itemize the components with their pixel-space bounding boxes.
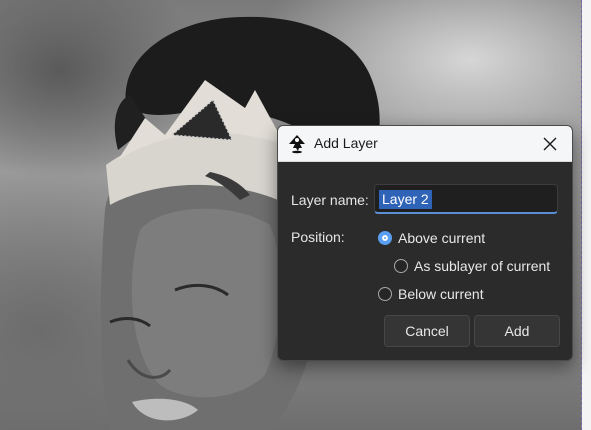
radio-sublayer-current[interactable]: As sublayer of current (394, 256, 550, 276)
position-label: Position: (291, 229, 345, 245)
cancel-button[interactable]: Cancel (384, 315, 470, 347)
scrollbar-strip[interactable] (582, 0, 591, 430)
inkscape-icon (289, 135, 305, 154)
layer-name-value: Layer 2 (379, 190, 432, 209)
layer-name-label: Layer name: (291, 192, 369, 208)
radio-selected-icon (378, 231, 392, 245)
radio-label-sublayer: As sublayer of current (414, 258, 551, 274)
radio-above-current[interactable]: Above current (378, 228, 485, 248)
radio-unselected-icon (394, 259, 408, 273)
layer-name-input[interactable]: Layer 2 (374, 184, 558, 214)
add-button[interactable]: Add (474, 315, 560, 347)
radio-unselected-icon (378, 287, 392, 301)
close-button[interactable] (528, 126, 572, 161)
add-layer-dialog: Add Layer Layer name: Layer 2 Position: … (277, 125, 573, 361)
radio-below-current[interactable]: Below current (378, 284, 484, 304)
close-icon (543, 137, 557, 150)
radio-label-below: Below current (398, 286, 484, 302)
dialog-titlebar[interactable]: Add Layer (278, 126, 572, 162)
radio-label-above: Above current (398, 230, 486, 246)
dialog-title: Add Layer (314, 135, 378, 151)
